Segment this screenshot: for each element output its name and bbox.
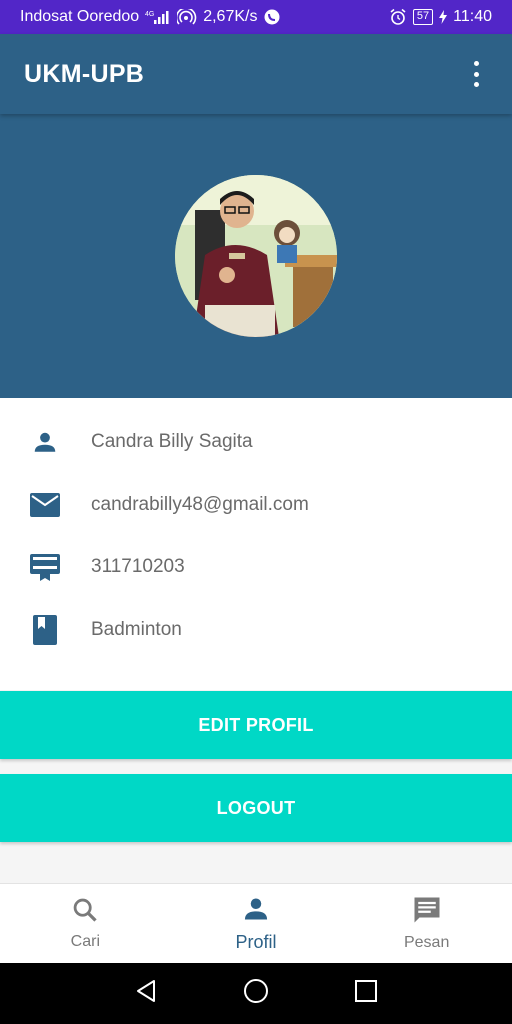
hotspot-icon bbox=[177, 9, 197, 25]
message-icon bbox=[412, 895, 442, 930]
battery-level: 57 bbox=[412, 9, 434, 25]
recents-icon[interactable] bbox=[354, 979, 378, 1008]
logout-button[interactable]: LOGOUT bbox=[0, 774, 512, 842]
profile-activity: Badminton bbox=[91, 618, 182, 640]
profile-id-number: 311710203 bbox=[91, 555, 185, 577]
nav-label-cari: Cari bbox=[70, 933, 100, 950]
more-vert-icon[interactable] bbox=[464, 59, 488, 89]
info-row-id: 311710203 bbox=[0, 535, 512, 598]
network-type: 4G bbox=[145, 11, 154, 18]
nav-item-cari[interactable]: Cari bbox=[0, 884, 171, 963]
info-row-activity: Badminton bbox=[0, 598, 512, 661]
carrier-name: Indosat Ooredoo bbox=[20, 8, 140, 25]
profile-header bbox=[0, 114, 512, 398]
profile-name: Candra Billy Sagita bbox=[91, 430, 253, 452]
info-row-email: candrabilly48@gmail.com bbox=[0, 473, 512, 536]
back-icon[interactable] bbox=[134, 979, 158, 1008]
info-row-name: Candra Billy Sagita bbox=[0, 410, 512, 473]
network-speed: 2,67K/s bbox=[203, 8, 258, 25]
avatar[interactable] bbox=[175, 175, 337, 337]
profile-info-list: Candra Billy Sagita candrabilly48@gmail.… bbox=[0, 398, 512, 690]
person-icon bbox=[30, 427, 60, 457]
profile-email: candrabilly48@gmail.com bbox=[91, 493, 309, 515]
app-title: UKM-UPB bbox=[24, 59, 145, 88]
person-icon bbox=[242, 895, 270, 928]
email-icon bbox=[30, 490, 60, 520]
search-icon bbox=[71, 896, 99, 929]
signal-icon: 4G bbox=[145, 9, 171, 25]
clock: 11:40 bbox=[453, 8, 492, 25]
edit-profile-button[interactable]: EDIT PROFIL bbox=[0, 691, 512, 759]
app-bar: UKM-UPB bbox=[0, 34, 512, 114]
nav-item-pesan[interactable]: Pesan bbox=[341, 884, 512, 963]
nav-label-pesan: Pesan bbox=[403, 934, 450, 951]
book-icon bbox=[30, 614, 60, 645]
nav-item-profil[interactable]: Profil bbox=[171, 884, 342, 963]
alarm-icon bbox=[389, 8, 407, 26]
system-navigation-bar bbox=[0, 963, 512, 1024]
bottom-navigation: Cari Profil Pesan bbox=[0, 883, 512, 963]
nav-label-profil: Profil bbox=[235, 931, 277, 952]
status-bar: Indosat Ooredoo 4G 2,67K/s 57 11:40 bbox=[0, 0, 512, 34]
home-icon[interactable] bbox=[243, 978, 269, 1009]
whatsapp-icon bbox=[263, 8, 281, 26]
charging-icon bbox=[439, 10, 448, 24]
card-membership-icon bbox=[30, 552, 60, 582]
